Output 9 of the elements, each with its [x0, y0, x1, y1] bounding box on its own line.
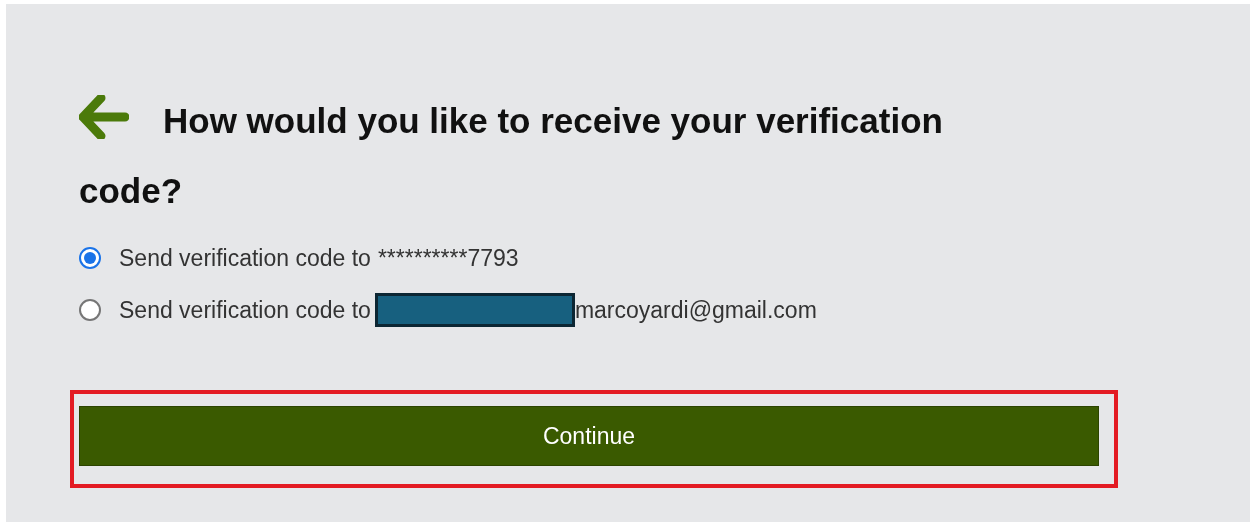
radio-button[interactable]: [79, 247, 101, 269]
continue-button[interactable]: Continue: [79, 406, 1099, 466]
option-value: **********7793: [377, 244, 519, 272]
page-heading: How would you like to receive your verification code?: [79, 86, 1039, 226]
option-value: marcoyardi@gmail.com: [574, 296, 817, 324]
option-label: Send verification code to: [119, 244, 371, 272]
radio-button[interactable]: [79, 299, 101, 321]
option-label: Send verification code to: [119, 296, 371, 324]
back-arrow-icon[interactable]: [79, 95, 129, 139]
